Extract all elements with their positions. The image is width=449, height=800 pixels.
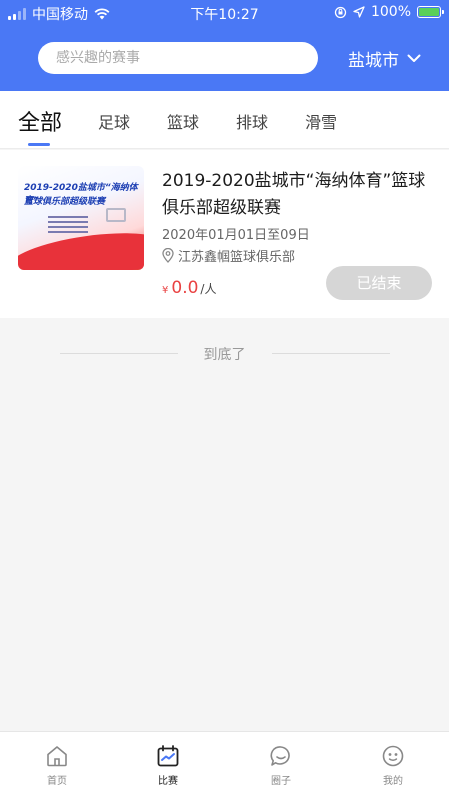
search-input[interactable]: 感兴趣的赛事 xyxy=(38,42,318,74)
nav-community[interactable]: 圈子 xyxy=(251,744,311,787)
basketball-hoop-graphic xyxy=(106,208,126,222)
tab-skiing[interactable]: 滑雪 xyxy=(305,109,337,133)
location-arrow-icon xyxy=(353,6,365,18)
event-date: 2020年01月01日至09日 xyxy=(162,228,310,243)
bottom-nav: 首页 比赛 圈子 我的 xyxy=(0,731,449,800)
profile-icon xyxy=(382,745,404,767)
price-value: 0.0 xyxy=(171,278,199,298)
tab-all[interactable]: 全部 xyxy=(18,105,62,137)
status-right: 100% xyxy=(334,4,444,20)
calendar-icon xyxy=(157,745,179,767)
status-bar: 中国移动 下午10:27 100% xyxy=(0,0,449,26)
nav-community-label: 圈子 xyxy=(271,776,291,787)
nav-profile-label: 我的 xyxy=(383,776,403,787)
poster-text-lines xyxy=(48,216,88,236)
nav-matches-label: 比赛 xyxy=(158,776,178,787)
chevron-down-icon xyxy=(407,54,421,62)
end-of-list: 到底了 xyxy=(0,340,449,370)
price-unit: /人 xyxy=(200,282,217,296)
tab-football[interactable]: 足球 xyxy=(98,109,130,133)
battery-percent: 100% xyxy=(370,4,411,20)
event-status-button[interactable]: 已结束 xyxy=(326,266,432,300)
tab-basketball[interactable]: 篮球 xyxy=(167,109,199,133)
nav-home[interactable]: 首页 xyxy=(27,744,87,787)
city-selector[interactable]: 盐城市 xyxy=(348,46,421,71)
location-pin-icon xyxy=(162,248,174,263)
end-line-right xyxy=(272,353,390,354)
tab-volleyball[interactable]: 排球 xyxy=(236,109,268,133)
event-poster: 2019-2020盐城市“海纳体育” 篮球俱乐部超级联赛 xyxy=(18,166,144,270)
orientation-lock-icon xyxy=(334,6,347,18)
battery-icon xyxy=(417,6,444,18)
chat-bubble-icon xyxy=(270,746,290,766)
header: 中国移动 下午10:27 100% 感兴趣的赛事 盐城市 xyxy=(0,0,449,91)
nav-home-label: 首页 xyxy=(47,776,67,787)
battery-level xyxy=(419,8,439,16)
venue-name: 江苏鑫帼篮球俱乐部 xyxy=(178,250,296,265)
nav-matches[interactable]: 比赛 xyxy=(138,744,198,787)
nav-profile[interactable]: 我的 xyxy=(363,744,423,787)
category-tabs: 全部 足球 篮球 排球 滑雪 xyxy=(0,91,449,149)
event-venue: 江苏鑫帼篮球俱乐部 xyxy=(162,246,295,265)
event-price: ¥ 0.0 /人 xyxy=(162,278,216,298)
city-label: 盐城市 xyxy=(348,50,399,71)
poster-title-line2: 篮球俱乐部超级联赛 xyxy=(24,197,106,207)
event-card[interactable]: 2019-2020盐城市“海纳体育” 篮球俱乐部超级联赛 2019-2020盐城… xyxy=(0,150,449,318)
event-title[interactable]: 2019-2020盐城市“海纳体育”篮球俱乐部超级联赛 xyxy=(162,168,440,222)
end-of-list-text: 到底了 xyxy=(203,347,246,363)
active-tab-indicator xyxy=(28,143,50,146)
currency-symbol: ¥ xyxy=(162,285,169,296)
home-icon xyxy=(47,746,67,767)
